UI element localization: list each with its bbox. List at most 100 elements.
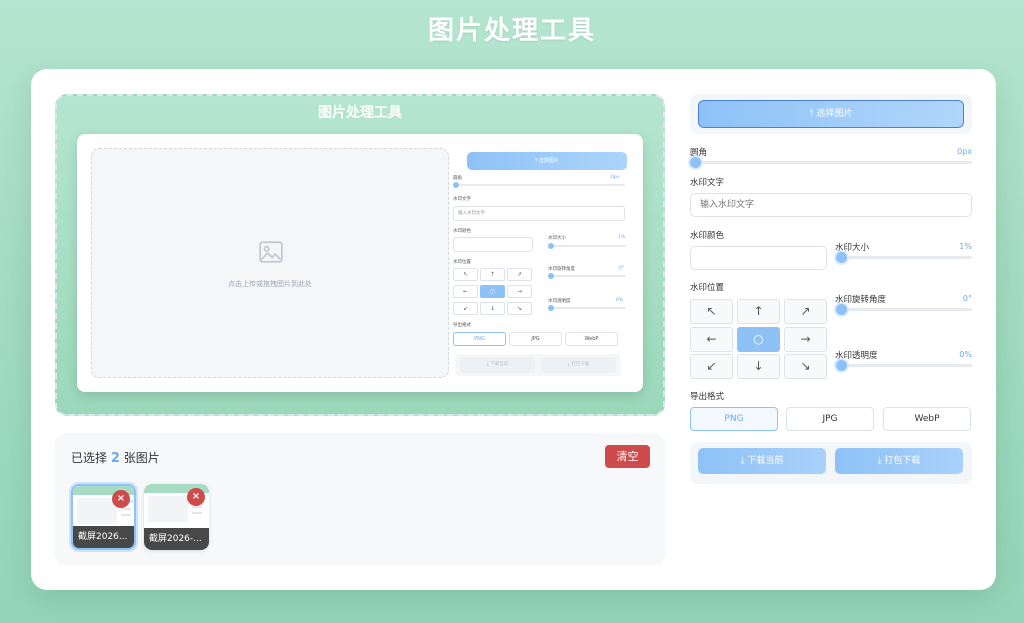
- radius-slider[interactable]: [690, 157, 972, 168]
- mini-download-current: ⤓ 下载当前: [460, 357, 535, 373]
- watermark-rotation-value: 0°: [962, 294, 972, 303]
- position-bottom-button[interactable]: ↓: [737, 354, 780, 379]
- mini-dir-center: ○: [480, 285, 505, 298]
- thumbnail-2[interactable]: × 截屏2026-...: [144, 484, 209, 550]
- download-current-label: 下载当前: [747, 456, 784, 466]
- upload-icon: ⤒: [809, 109, 814, 119]
- mini-wm-pos-label: 水印位置: [453, 260, 471, 265]
- preview-drop-text: 点击上传或拖拽图片到此处: [228, 280, 312, 288]
- mini-download-pack: ⤓ 打包下载: [541, 357, 616, 373]
- mini-format-jpg: JPG: [509, 332, 562, 346]
- position-top-left-button[interactable]: ↖: [690, 299, 733, 324]
- selected-prefix: 已选择: [71, 451, 108, 465]
- thumbnail-name: 截屏2026...: [73, 526, 134, 548]
- mini-wm-color-label: 水印颜色: [453, 229, 471, 234]
- radius-value: 0px: [957, 147, 972, 156]
- preview-area[interactable]: 图片处理工具 点击上传或拖拽图片到此处 ⤒ 选择图片 圆角 0px 水印文字 输…: [55, 94, 665, 416]
- position-bottom-right-button[interactable]: ↘: [784, 354, 827, 379]
- watermark-text-label: 水印文字: [690, 178, 725, 188]
- selected-images-panel: 已选择 2 张图片 清空 × 截屏2026... × 截屏2026-...: [55, 433, 665, 566]
- mini-radius-label: 圆角: [453, 176, 462, 181]
- download-icon: ⤓: [877, 456, 882, 466]
- mini-format-png: PNG: [453, 332, 506, 346]
- export-format-label: 导出格式: [690, 392, 725, 402]
- mini-wm-rot-label: 水印旋转角度: [548, 267, 575, 272]
- watermark-size-value: 1%: [959, 242, 972, 251]
- mini-export-label: 导出格式: [453, 323, 471, 328]
- mini-wm-op-label: 水印透明度: [548, 299, 571, 304]
- remove-thumbnail-2-button[interactable]: ×: [187, 488, 205, 506]
- mini-dir-left: ←: [453, 285, 478, 298]
- watermark-text-input[interactable]: 输入水印文字: [690, 193, 972, 217]
- mini-upload-button: ⤒ 选择图片: [467, 152, 627, 170]
- mini-wm-rot-value: 0°: [619, 266, 625, 271]
- mini-dir-bottom-right: ↘: [507, 302, 532, 315]
- preview-title: 图片处理工具: [318, 105, 402, 121]
- watermark-rotation-slider[interactable]: [836, 304, 972, 315]
- mini-radius-slider: [453, 182, 625, 188]
- download-current-button[interactable]: ⤓ 下载当前: [698, 448, 826, 474]
- mini-wm-rot-slider: [548, 273, 626, 279]
- thumbnail-name: 截屏2026-...: [144, 528, 209, 550]
- format-jpg-button[interactable]: JPG: [786, 407, 874, 431]
- radius-label: 圆角: [690, 148, 708, 158]
- mini-dir-right: →: [507, 285, 532, 298]
- watermark-size-slider[interactable]: [836, 252, 972, 263]
- selected-count-text: 已选择 2 张图片: [71, 449, 160, 466]
- preview-mini-panel: ⤒ 选择图片 圆角 0px 水印文字 输入水印文字 水印颜色 水印大小 1% 水…: [453, 148, 631, 378]
- preview-drop-zone: 点击上传或拖拽图片到此处: [91, 148, 449, 378]
- mini-wm-size-slider: [548, 243, 626, 249]
- mini-wm-size-value: 1%: [618, 235, 626, 240]
- image-icon: [259, 241, 283, 263]
- mini-download-current-label: 下载当前: [490, 362, 509, 367]
- page-title: 图片处理工具: [427, 16, 596, 46]
- position-top-right-button[interactable]: ↗: [784, 299, 827, 324]
- mini-dir-top-left: ↖: [453, 268, 478, 281]
- position-right-button[interactable]: →: [784, 327, 827, 352]
- selected-count: 2: [110, 451, 120, 466]
- main-card: 图片处理工具 点击上传或拖拽图片到此处 ⤒ 选择图片 圆角 0px 水印文字 输…: [31, 69, 996, 590]
- watermark-opacity-slider[interactable]: [836, 360, 972, 371]
- mini-wm-color-input: [453, 237, 533, 252]
- format-webp-button[interactable]: WebP: [883, 407, 971, 431]
- select-image-label: 选择图片: [816, 109, 853, 119]
- clear-button[interactable]: 清空: [605, 445, 650, 468]
- mini-wm-size-label: 水印大小: [548, 236, 566, 241]
- position-center-button[interactable]: ○: [737, 327, 780, 352]
- mini-dir-bottom: ↓: [480, 302, 505, 315]
- thumbnail-1[interactable]: × 截屏2026...: [71, 484, 136, 550]
- mini-upload-label: 选择图片: [538, 158, 559, 164]
- watermark-color-input[interactable]: [690, 246, 827, 270]
- watermark-size-slider-handle[interactable]: [836, 252, 847, 263]
- download-pack-button[interactable]: ⤓ 打包下载: [835, 448, 963, 474]
- remove-thumbnail-1-button[interactable]: ×: [112, 490, 130, 508]
- download-icon: ⤓: [740, 456, 745, 466]
- mini-radius-value: 0px: [611, 175, 620, 180]
- mini-wm-text-label: 水印文字: [453, 197, 471, 202]
- preview-image: 点击上传或拖拽图片到此处 ⤒ 选择图片 圆角 0px 水印文字 输入水印文字 水…: [77, 134, 643, 392]
- watermark-opacity-slider-handle[interactable]: [836, 360, 847, 371]
- download-pack-label: 打包下载: [884, 456, 921, 466]
- selected-suffix: 张图片: [123, 451, 160, 465]
- watermark-color-label: 水印颜色: [690, 231, 725, 241]
- watermark-opacity-value: 0%: [959, 350, 972, 359]
- mini-download-pack-label: 打包下载: [571, 362, 590, 367]
- upload-area: ⤒ 选择图片: [690, 94, 972, 134]
- mini-download-bar: ⤓ 下载当前 ⤓ 打包下载: [455, 354, 621, 376]
- mini-format-webp: WebP: [565, 332, 618, 346]
- mini-wm-op-slider: [548, 305, 626, 311]
- watermark-position-label: 水印位置: [690, 283, 725, 293]
- watermark-rotation-slider-handle[interactable]: [836, 304, 847, 315]
- position-left-button[interactable]: ←: [690, 327, 733, 352]
- position-top-button[interactable]: ↑: [737, 299, 780, 324]
- mini-wm-op-value: 0%: [616, 298, 624, 303]
- mini-dir-top-right: ↗: [507, 268, 532, 281]
- format-png-button[interactable]: PNG: [690, 407, 778, 431]
- mini-dir-bottom-left: ↙: [453, 302, 478, 315]
- select-image-button[interactable]: ⤒ 选择图片: [698, 100, 964, 128]
- position-bottom-left-button[interactable]: ↙: [690, 354, 733, 379]
- mini-dir-top: ↑: [480, 268, 505, 281]
- mini-wm-text-input: 输入水印文字: [453, 206, 625, 221]
- radius-slider-handle[interactable]: [690, 157, 701, 168]
- download-bar: ⤓ 下载当前 ⤓ 打包下载: [690, 442, 972, 484]
